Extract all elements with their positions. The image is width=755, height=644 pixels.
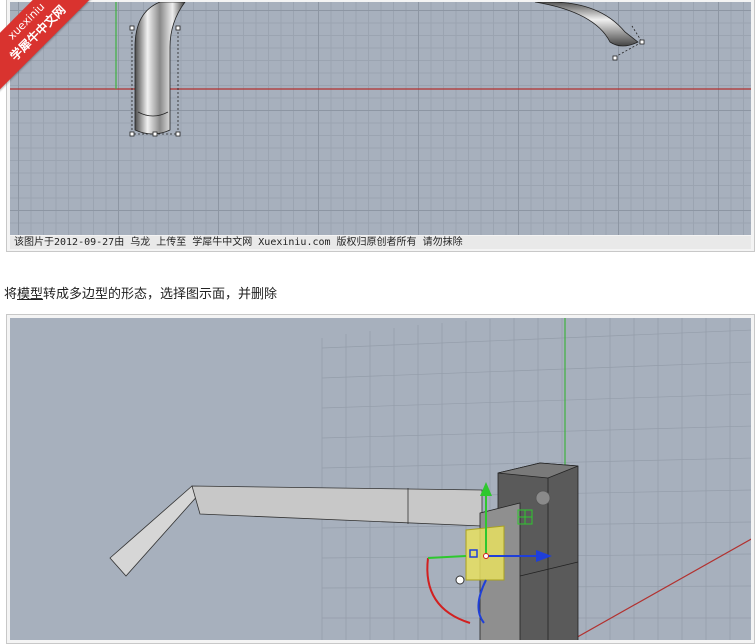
image-caption: 该图片于2012-09-27由 乌龙 上传至 学犀牛中文网 Xuexiniu.c… bbox=[10, 236, 751, 249]
instruction-prefix: 将 bbox=[4, 287, 18, 302]
instruction-text: 将模型转成多边型的形态，选择图示面，并删除 bbox=[4, 283, 277, 302]
faucet-spout bbox=[534, 2, 639, 47]
rhino-viewport-top bbox=[10, 2, 751, 235]
gumball-origin-marker[interactable] bbox=[455, 575, 465, 585]
control-points bbox=[129, 25, 645, 137]
screenshot-panel-2 bbox=[6, 314, 755, 644]
gumball-rotate-arc-z[interactable] bbox=[426, 557, 471, 624]
perspective-scene bbox=[109, 318, 751, 640]
model-link[interactable]: 模型 bbox=[17, 287, 43, 302]
spout-arm-body bbox=[191, 485, 483, 527]
rhino-viewport-perspective bbox=[10, 318, 751, 640]
screenshot-panel-1: 该图片于2012-09-27由 乌龙 上传至 学犀牛中文网 Xuexiniu.c… bbox=[6, 0, 755, 252]
spout-arm-end bbox=[109, 485, 201, 577]
instruction-suffix: 转成多边型的形态，选择图示面，并删除 bbox=[43, 287, 278, 302]
faucet-surface-view bbox=[10, 2, 751, 137]
column-knob bbox=[535, 490, 551, 506]
